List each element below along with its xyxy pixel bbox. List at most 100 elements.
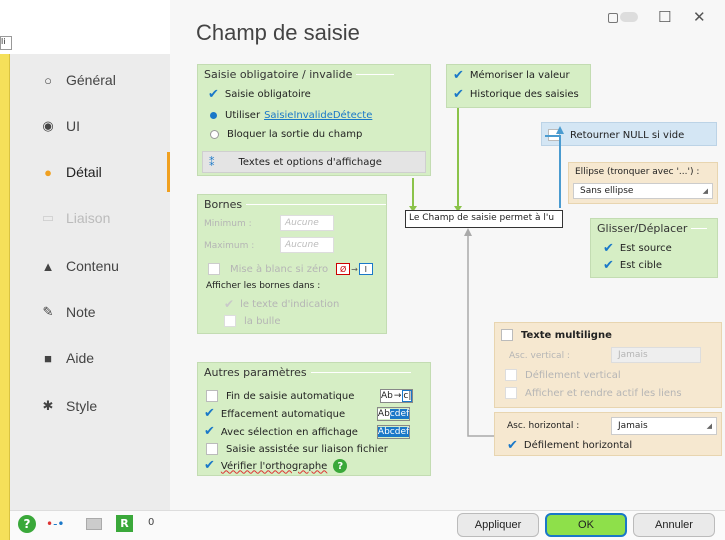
dropdown-arrow-icon: ◢ bbox=[706, 422, 712, 430]
checkbox-defilement-vertical[interactable]: Défilement vertical bbox=[505, 369, 621, 381]
detail-icon: ● bbox=[44, 164, 52, 180]
maximum-label: Maximum : bbox=[204, 241, 255, 251]
checkbox-box bbox=[501, 329, 513, 341]
combo-value: Jamais bbox=[618, 350, 648, 360]
circle-icon: ○ bbox=[44, 72, 52, 88]
background-field: li bbox=[0, 36, 12, 50]
checkbox-multiligne[interactable]: Texte multiligne bbox=[501, 329, 612, 341]
arrow-head bbox=[556, 126, 564, 134]
appliquer-button[interactable]: Appliquer bbox=[457, 513, 539, 537]
network-icon-dot: • bbox=[46, 517, 54, 531]
label: le texte d'indication bbox=[240, 298, 340, 310]
effacement-sample: Ab cdef bbox=[376, 407, 411, 421]
checkbox-effacement[interactable]: ✔ Effacement automatique Ab cdef bbox=[204, 406, 411, 421]
style-icon: ✱ bbox=[42, 398, 54, 413]
sidebar-item-detail[interactable]: ● Détail bbox=[10, 152, 170, 192]
maximum-input[interactable]: Aucune bbox=[280, 237, 334, 253]
checkbox-selection[interactable]: ✔ Avec sélection en affichage Ab cdef bbox=[204, 424, 411, 439]
divider bbox=[310, 372, 411, 373]
keyboard-icon[interactable] bbox=[86, 518, 102, 530]
sample-text: Ab bbox=[377, 409, 390, 419]
sidebar-item-label: Style bbox=[66, 398, 98, 414]
label: Saisie assistée sur liaison fichier bbox=[226, 443, 388, 455]
check-icon: ✔ bbox=[204, 458, 215, 473]
label: Défilement horizontal bbox=[523, 440, 633, 451]
checkbox-box bbox=[206, 443, 218, 455]
checkbox-texte-indication[interactable]: ✔ le texte d'indication bbox=[224, 297, 339, 311]
check-icon: ✔ bbox=[507, 437, 518, 453]
label: Mise à blanc si zéro bbox=[230, 263, 329, 275]
content-icon: ▲ bbox=[41, 258, 55, 274]
sample-text: Ab bbox=[381, 391, 393, 401]
sidebar-item-label: Liaison bbox=[66, 210, 111, 226]
combo-value: Jamais bbox=[618, 421, 648, 431]
multiligne-panel: Texte multiligne Asc. vertical : Jamais … bbox=[494, 322, 722, 408]
checkbox-box bbox=[206, 390, 218, 402]
label: Texte multiligne bbox=[521, 329, 612, 341]
sample-text: c| bbox=[402, 390, 413, 402]
selection-sample: Ab cdef bbox=[376, 425, 411, 439]
sidebar-item-liaison[interactable]: ▭ Liaison bbox=[10, 198, 170, 238]
sidebar: ○ Général ◉ UI ● Détail ▭ Liaison ▲ Cont… bbox=[10, 54, 170, 510]
sidebar-item-general[interactable]: ○ Général bbox=[10, 60, 170, 100]
network-icon[interactable]: •-• bbox=[46, 517, 65, 531]
help-icon[interactable]: ? bbox=[18, 515, 36, 533]
checkbox-box bbox=[505, 387, 517, 399]
minimum-label: Minimum : bbox=[204, 219, 252, 229]
sidebar-item-contenu[interactable]: ▲ Contenu bbox=[10, 246, 170, 286]
checkbox-mise-a-blanc[interactable]: Mise à blanc si zéro Ø → I bbox=[208, 263, 373, 275]
checkbox-box bbox=[208, 263, 220, 275]
blank-sample: I bbox=[358, 263, 373, 275]
horizontal-panel: Asc. horizontal : Jamais ◢ ✔ Défilement … bbox=[494, 412, 722, 456]
pencil-icon: ✎ bbox=[42, 304, 54, 319]
checkbox-box bbox=[505, 369, 517, 381]
r-icon[interactable]: R bbox=[116, 515, 133, 532]
background-window bbox=[0, 0, 170, 54]
help-icon[interactable]: ? bbox=[333, 459, 348, 473]
label: Effacement automatique bbox=[220, 408, 346, 420]
annuler-button[interactable]: Annuler bbox=[633, 513, 715, 537]
sidebar-item-note[interactable]: ✎ Note bbox=[10, 292, 170, 332]
fin-saisie-sample: Ab → c| bbox=[380, 389, 414, 403]
sidebar-item-aide[interactable]: ■ Aide bbox=[10, 338, 170, 378]
sidebar-item-ui[interactable]: ◉ UI bbox=[10, 106, 170, 146]
sidebar-item-style[interactable]: ✱ Style bbox=[10, 386, 170, 426]
bornes-title-row: Bornes bbox=[204, 198, 387, 211]
sample-text: Ab bbox=[377, 427, 390, 437]
checkbox-fin-saisie[interactable]: Fin de saisie automatique Ab → c| bbox=[206, 389, 414, 403]
check-icon: ✔ bbox=[224, 297, 235, 311]
afficher-label: Afficher les bornes dans : bbox=[206, 281, 321, 291]
minimum-input[interactable]: Aucune bbox=[280, 215, 334, 231]
bornes-title: Bornes bbox=[204, 198, 243, 211]
checkbox-assistee[interactable]: Saisie assistée sur liaison fichier bbox=[206, 443, 388, 455]
link-icon: ▭ bbox=[41, 210, 55, 225]
checkbox-box bbox=[224, 315, 236, 327]
sample-text: cdef bbox=[389, 409, 410, 419]
checkbox-bulle[interactable]: la bulle bbox=[224, 315, 280, 327]
sidebar-item-label: UI bbox=[66, 118, 80, 134]
divider bbox=[246, 204, 387, 205]
autres-title: Autres paramètres bbox=[204, 366, 307, 379]
arrow-icon: → bbox=[351, 264, 358, 274]
bornes-panel: Bornes Minimum : Aucune Maximum : Aucune… bbox=[197, 194, 387, 334]
eye-icon: ◉ bbox=[42, 118, 54, 133]
label: Afficher et rendre actif les liens bbox=[525, 387, 682, 399]
autres-title-row: Autres paramètres bbox=[204, 366, 411, 379]
help-book-icon: ■ bbox=[44, 350, 52, 366]
arrow-icon: → bbox=[393, 391, 402, 401]
checkbox-orthographe[interactable]: ✔ Vérifier l'orthographe ? bbox=[204, 458, 348, 473]
label: Fin de saisie automatique bbox=[226, 390, 355, 402]
checkbox-defilement-horizontal[interactable]: ✔ Défilement horizontal bbox=[507, 437, 633, 453]
sample-text: cdef bbox=[389, 427, 410, 437]
label: la bulle bbox=[244, 315, 281, 327]
counter: 0 bbox=[148, 517, 155, 528]
asc-horizontal-combo[interactable]: Jamais ◢ bbox=[611, 417, 717, 435]
check-icon: ✔ bbox=[204, 424, 215, 439]
arrow-head bbox=[464, 228, 472, 236]
checkbox-afficher-liens[interactable]: Afficher et rendre actif les liens bbox=[505, 387, 682, 399]
ok-button[interactable]: OK bbox=[545, 513, 627, 537]
check-icon: ✔ bbox=[204, 406, 215, 421]
asc-vertical-combo[interactable]: Jamais bbox=[611, 347, 701, 363]
label: Vérifier l'orthographe bbox=[220, 460, 328, 472]
yellow-strip bbox=[0, 54, 10, 540]
